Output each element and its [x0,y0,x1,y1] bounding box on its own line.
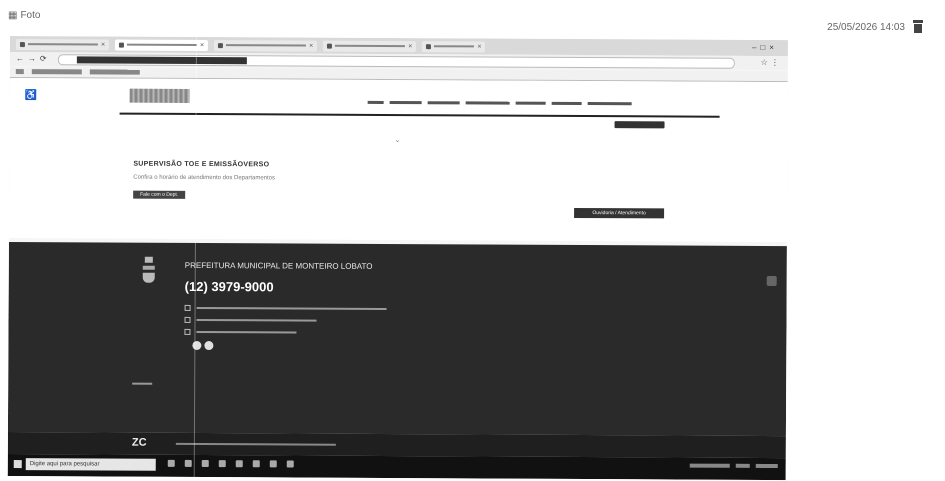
menu-item[interactable] [367,100,384,104]
nav-buttons[interactable]: ←→⟳ [16,54,51,63]
taskbar-app-icon[interactable] [184,459,192,467]
taskbar-app-icon[interactable] [286,460,294,468]
browser-tab[interactable]: × [323,40,417,52]
main-menu [367,100,632,106]
search-button[interactable] [614,121,665,129]
browser-tab[interactable]: × [15,38,110,51]
taskbar-app-icon[interactable] [201,460,209,468]
taskbar-app-icon[interactable] [218,460,226,468]
clock-icon [184,316,191,323]
accessibility-icon: ♿ [24,90,37,102]
trash-icon[interactable] [913,20,923,33]
location-icon [184,304,191,311]
taskbar-app-icon[interactable] [252,460,260,468]
footer-logo: ZC [131,436,147,449]
bookmark-item[interactable] [31,69,82,75]
window-controls[interactable]: –□× [752,43,778,52]
windows-start-icon[interactable] [13,460,22,469]
city-emblem [141,256,157,285]
footer-title: PREFEITURA MUNICIPAL DE MONTEIRO LOBATO [184,260,373,271]
browser-tab[interactable]: × [422,40,486,52]
menu-item[interactable] [551,101,582,105]
social-links [192,340,214,351]
windows-taskbar: Digite aqui para pesquisar [7,453,786,481]
taskbar-apps [167,459,294,468]
browser-tab[interactable]: × [214,39,318,52]
menu-item[interactable] [587,102,632,106]
footer-small-text [132,382,153,385]
bookmark-item[interactable] [15,69,24,75]
department-title: SUPERVISÃO TOE E EMISSÃOVERSO [133,160,270,169]
menu-item[interactable] [427,101,460,105]
timestamp: 25/05/2026 14:03 [827,22,905,33]
taskbar-search-input[interactable]: Digite aqui para pesquisar [25,458,156,471]
photo-icon: ▦ [8,10,18,21]
instagram-icon[interactable] [204,341,214,351]
service-button[interactable]: Ouvidoria / Atendimento [574,207,665,219]
menu-item[interactable] [389,100,422,105]
bookmark-item[interactable] [89,69,140,75]
browser-tab[interactable]: × [115,39,209,51]
site-footer: PREFEITURA MUNICIPAL DE MONTEIRO LOBATO … [7,241,787,437]
tray-item[interactable] [735,463,750,468]
mail-icon [184,328,191,335]
tray-item[interactable] [689,463,730,468]
browser-actions[interactable]: ☆⋮ [761,58,782,67]
chevron-down-icon[interactable]: ⌄ [394,136,400,144]
scroll-top-button[interactable] [766,275,777,287]
department-subtitle: Confira o horário de atendimento dos Dep… [133,174,276,182]
menu-item[interactable] [515,101,546,105]
department-button[interactable]: Fale com o Dept. [133,190,186,199]
photo-label-text: Foto [20,10,41,21]
url-input[interactable] [57,54,735,69]
web-page: ♿ ⌄ SUPERVISÃO TOE E EMISSÃOVERSO Confir… [8,77,788,243]
taskbar-app-icon[interactable] [269,460,277,468]
accessibility-button[interactable]: ♿ [12,90,50,112]
taskbar-app-icon[interactable] [167,459,175,467]
site-logo[interactable] [129,88,190,103]
tray-clock[interactable] [755,463,778,469]
photo-label: ▦ Foto [8,10,40,21]
copyright-text [175,442,336,446]
menu-item[interactable] [465,101,510,105]
photo-of-screen: × × × × × –□× ←→⟳ ☆⋮ ♿ ⌄ SUPERVISÃO TOE … [7,36,788,481]
taskbar-app-icon[interactable] [235,460,243,468]
footer-phone: (12) 3979-9000 [184,278,274,295]
header-divider [119,112,720,118]
system-tray [689,463,778,469]
